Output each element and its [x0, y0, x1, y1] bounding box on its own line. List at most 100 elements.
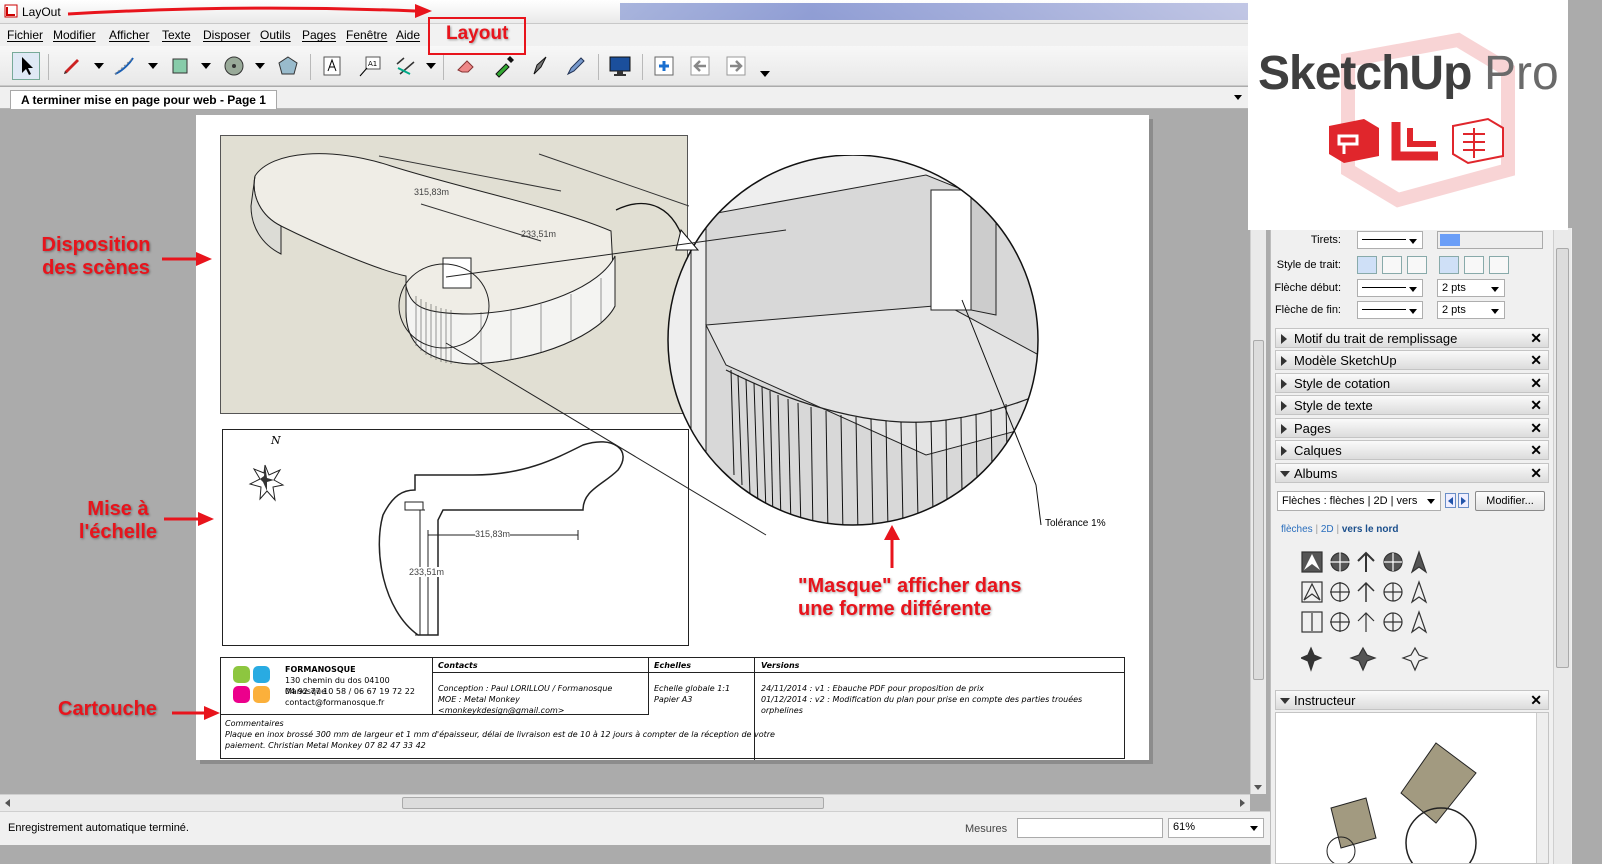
- scroll-left-icon[interactable]: [5, 799, 10, 807]
- menu-modifier[interactable]: Modifier: [53, 28, 96, 42]
- line-cap-square-button[interactable]: [1407, 256, 1427, 274]
- close-icon[interactable]: ✕: [1530, 442, 1542, 459]
- annotation-masque: "Masque" afficher dans une forme différe…: [798, 575, 1021, 621]
- menu-pages[interactable]: Pages: [302, 28, 336, 42]
- start-arrow-select[interactable]: [1357, 279, 1423, 297]
- presentation-button[interactable]: [606, 52, 634, 80]
- previous-page-button[interactable]: [686, 52, 714, 80]
- line-style-label: Style de trait:: [1276, 259, 1341, 271]
- section-layers[interactable]: Calques ✕: [1275, 440, 1549, 460]
- circle-tool-button[interactable]: [220, 52, 248, 80]
- title-block-versions: Versions 24/11/2014 : v1 : Ebauche PDF p…: [755, 658, 1125, 760]
- close-icon[interactable]: ✕: [1530, 465, 1542, 482]
- section-instructor[interactable]: Instructeur ✕: [1275, 690, 1549, 710]
- window-title: LayOut: [22, 5, 61, 19]
- toolbar-overflow-dropdown[interactable]: [760, 71, 770, 77]
- line-tool-dropdown[interactable]: [94, 63, 104, 69]
- section-label: Instructeur: [1294, 693, 1356, 708]
- album-arrow-grid[interactable]: [1301, 550, 1431, 680]
- menu-disposer[interactable]: Disposer: [203, 28, 250, 42]
- style-tool-button[interactable]: [490, 52, 518, 80]
- eraser-tool-button[interactable]: [452, 52, 480, 80]
- close-icon[interactable]: ✕: [1530, 692, 1542, 709]
- north-arrow-row-2: [1301, 580, 1428, 604]
- breadcrumb-item[interactable]: 2D: [1321, 524, 1334, 535]
- tab-list-dropdown-icon[interactable]: [1234, 95, 1242, 100]
- text-tool-button[interactable]: [318, 52, 346, 80]
- albums-select[interactable]: Flèches : flèches | 2D | vers: [1277, 491, 1441, 511]
- annotation-arrow-layout: [67, 4, 432, 18]
- annotation-echelle-line-1: Mise à: [87, 498, 149, 520]
- section-dimension-style[interactable]: Style de cotation ✕: [1275, 373, 1549, 393]
- arc-tool-button[interactable]: [110, 52, 138, 80]
- menu-fenetre[interactable]: Fenêtre: [346, 28, 387, 42]
- line-cap-flat-button[interactable]: [1357, 256, 1377, 274]
- next-page-button[interactable]: [722, 52, 750, 80]
- measurements-input[interactable]: [1017, 818, 1163, 838]
- arc-tool-dropdown[interactable]: [148, 63, 158, 69]
- menu-fichier[interactable]: Fichier: [7, 28, 43, 42]
- album-next-icon[interactable]: [1458, 493, 1469, 508]
- rectangle-tool-dropdown[interactable]: [201, 63, 211, 69]
- album-modify-button[interactable]: Modifier...: [1475, 491, 1545, 511]
- close-icon[interactable]: ✕: [1530, 397, 1542, 414]
- line-join-bevel-button[interactable]: [1489, 256, 1509, 274]
- section-pages[interactable]: Pages ✕: [1275, 418, 1549, 438]
- annotation-echelle: Mise à l'échelle: [68, 498, 168, 544]
- blurred-taskbar: [620, 3, 1260, 20]
- dash-color-select[interactable]: [1437, 231, 1543, 249]
- album-prev-icon[interactable]: [1445, 493, 1456, 508]
- add-page-button[interactable]: [650, 52, 678, 80]
- breadcrumb-item[interactable]: flèches: [1281, 524, 1313, 535]
- split-tool-button[interactable]: [526, 52, 554, 80]
- scroll-down-icon[interactable]: [1254, 785, 1262, 790]
- menu-aide[interactable]: Aide: [396, 28, 420, 42]
- title-block-comments: Commentaires Plaque en inox brossé 300 m…: [221, 715, 775, 760]
- start-arrow-size-select[interactable]: 2 pts: [1437, 279, 1505, 297]
- rectangle-tool-button[interactable]: [166, 52, 194, 80]
- line-tool-button[interactable]: [58, 52, 86, 80]
- close-icon[interactable]: ✕: [1530, 375, 1542, 392]
- section-albums[interactable]: Albums ✕: [1275, 463, 1549, 483]
- close-icon[interactable]: ✕: [1530, 330, 1542, 347]
- horizontal-scrollbar[interactable]: [0, 794, 1250, 811]
- instructor-scrollbar[interactable]: [1536, 713, 1548, 863]
- zoom-select[interactable]: 61%: [1168, 818, 1264, 838]
- circle-tool-dropdown[interactable]: [255, 63, 265, 69]
- detail-connector-lines: [445, 229, 787, 536]
- pencil-icon: [64, 59, 79, 74]
- end-arrow-size-select[interactable]: 2 pts: [1437, 301, 1505, 319]
- menu-texte[interactable]: Texte: [162, 28, 191, 42]
- document-tab[interactable]: A terminer mise en page pour web - Page …: [10, 90, 277, 109]
- line-join-miter-button[interactable]: [1439, 256, 1459, 274]
- section-sketchup-model[interactable]: Modèle SketchUp ✕: [1275, 350, 1549, 370]
- breadcrumb-item[interactable]: vers le nord: [1342, 524, 1399, 535]
- right-panel: Tirets: Style de trait: Flèche début: 2 …: [1270, 228, 1572, 864]
- menu-bar: Fichier Modifier Afficher Texte Disposer…: [0, 24, 1270, 46]
- section-fill-pattern[interactable]: Motif du trait de remplissage ✕: [1275, 328, 1549, 348]
- close-icon[interactable]: ✕: [1530, 352, 1542, 369]
- panel-scrollbar[interactable]: [1553, 228, 1571, 864]
- line-cap-round-button[interactable]: [1382, 256, 1402, 274]
- polygon-tool-button[interactable]: [274, 52, 302, 80]
- dimension-tool-dropdown[interactable]: [426, 63, 436, 69]
- end-arrow-select[interactable]: [1357, 301, 1423, 319]
- menu-afficher[interactable]: Afficher: [109, 28, 149, 42]
- horizontal-scroll-thumb[interactable]: [402, 797, 824, 809]
- vertical-scroll-thumb[interactable]: [1253, 340, 1264, 680]
- section-text-style[interactable]: Style de texte ✕: [1275, 395, 1549, 415]
- separator: [598, 54, 599, 80]
- scroll-right-icon[interactable]: [1240, 799, 1245, 807]
- dimension-tool-button[interactable]: [392, 52, 420, 80]
- menu-outils[interactable]: Outils: [260, 28, 291, 42]
- logo-brand: SketchUp: [1258, 47, 1472, 100]
- eraser-icon: [457, 60, 474, 73]
- join-tool-button[interactable]: [562, 52, 590, 80]
- select-tool-button[interactable]: [12, 52, 40, 80]
- sketchup-pro-logo: SketchUp Pro: [1248, 0, 1568, 230]
- close-icon[interactable]: ✕: [1530, 420, 1542, 437]
- label-tool-button[interactable]: A1: [356, 52, 384, 80]
- line-join-round-button[interactable]: [1464, 256, 1484, 274]
- dashes-select[interactable]: [1357, 231, 1423, 249]
- panel-scroll-thumb[interactable]: [1556, 248, 1569, 668]
